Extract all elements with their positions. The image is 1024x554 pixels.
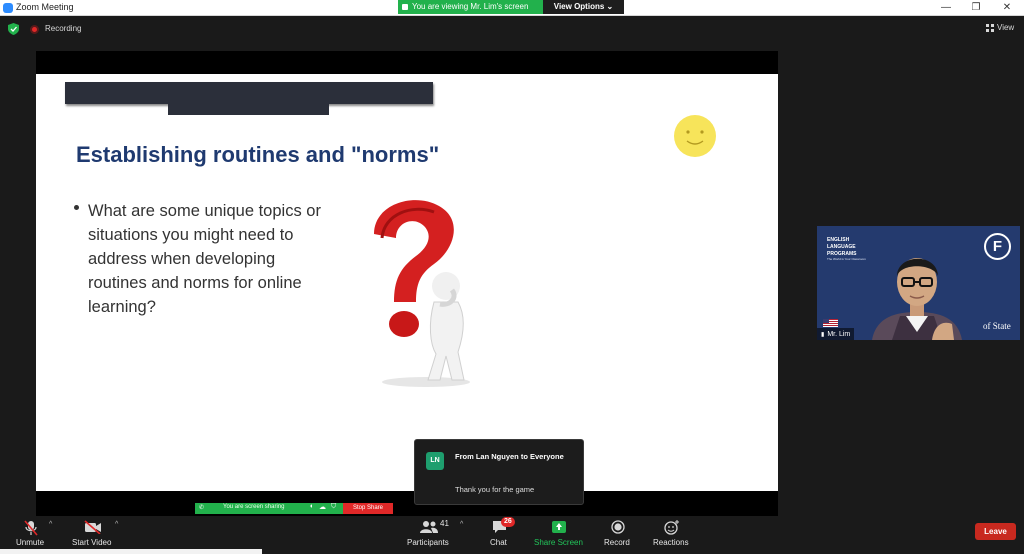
grid-view-icon[interactable]: [986, 24, 994, 32]
phone-icon: ✆: [199, 505, 205, 511]
slide-title: Establishing routines and "norms": [76, 142, 440, 167]
start-video-label: Start Video: [72, 538, 112, 547]
recording-label: Recording: [45, 24, 82, 33]
logo-subtitle: The World is Your Classroom: [827, 257, 866, 261]
meeting-top-bar: Recording View: [0, 17, 1024, 41]
participant-count: 41: [440, 519, 449, 528]
slide-header-banner: [65, 82, 433, 104]
taskbar-strip: [0, 549, 262, 554]
smiley-face-icon: [674, 115, 716, 157]
chat-sender: From Lan Nguyen to Everyone: [455, 452, 564, 461]
participants-icon: [420, 521, 438, 533]
sender-avatar: LN: [426, 452, 444, 470]
screen-sharing-text: You are screen sharing: [223, 504, 285, 510]
record-icon: [611, 520, 625, 534]
audio-options-chevron-icon[interactable]: ^: [49, 521, 52, 528]
viewing-screen-text: You are viewing Mr. Lim's screen: [412, 2, 529, 11]
chat-message: Thank you for the game: [455, 485, 535, 494]
title-bar: Zoom Meeting You are viewing Mr. Lim's s…: [0, 0, 1024, 16]
chat-notification[interactable]: LN From Lan Nguyen to Everyone Thank you…: [414, 439, 584, 505]
participants-chevron-icon[interactable]: ^: [460, 521, 463, 528]
maximize-button[interactable]: ❐: [961, 0, 991, 16]
shield-icon[interactable]: [8, 23, 19, 35]
participants-label: Participants: [407, 538, 449, 547]
record-label: Record: [604, 538, 630, 547]
muted-microphone-icon: [24, 520, 38, 536]
leave-button[interactable]: Leave: [975, 523, 1016, 540]
speaker-name-bar: ▮ Mr. Lim: [817, 328, 855, 340]
view-button[interactable]: View: [997, 23, 1014, 32]
speaker-name: Mr. Lim: [827, 330, 851, 338]
reactions-label: Reactions: [653, 538, 689, 547]
reactions-icon: [664, 520, 679, 535]
reactions-button[interactable]: Reactions: [650, 516, 692, 554]
zoom-app-icon: [3, 3, 13, 13]
speaker-video-tile[interactable]: ENGLISH LANGUAGE PROGRAMS The World is Y…: [817, 226, 1020, 340]
participants-button[interactable]: 41 Participants: [404, 516, 454, 554]
view-options-label: View Options: [553, 2, 605, 11]
question-mark-figure-image: [374, 200, 470, 387]
viewing-screen-banner: You are viewing Mr. Lim's screen: [398, 0, 543, 14]
chevron-down-icon: ⌄: [606, 2, 614, 11]
speaker-person-image: [872, 258, 962, 340]
window-title: Zoom Meeting: [16, 2, 74, 12]
minimize-button[interactable]: —: [931, 0, 961, 16]
unmute-label: Unmute: [16, 538, 45, 547]
state-department-text: of State: [983, 321, 1011, 331]
mic-status-icon[interactable]: ◖: [309, 503, 313, 510]
stop-share-label: Stop Share: [352, 505, 384, 511]
chat-unread-badge: 26: [501, 517, 515, 527]
video-options-chevron-icon[interactable]: ^: [115, 521, 118, 528]
screen-share-icon: [402, 4, 408, 10]
video-off-icon: [84, 520, 101, 534]
screen-sharing-bar[interactable]: ✆ You are screen sharing ◖ ☁ ⛉ Stop Shar…: [195, 503, 393, 514]
chat-label: Chat: [490, 538, 507, 547]
stop-share-button[interactable]: Stop Share: [343, 503, 393, 514]
share-screen-label: Share Screen: [534, 538, 583, 547]
record-button[interactable]: Record: [601, 516, 635, 554]
bullet-dot: [74, 205, 79, 210]
signal-bars-icon: ▮: [821, 331, 825, 338]
close-button[interactable]: ✕: [992, 0, 1022, 16]
presentation-slide: Establishing routines and "norms" What a…: [36, 74, 778, 491]
share-screen-button[interactable]: Share Screen: [531, 516, 585, 554]
us-flag-icon: [823, 319, 838, 327]
share-screen-icon: [552, 521, 566, 533]
view-options-button[interactable]: View Options ⌄: [543, 0, 624, 14]
chat-button[interactable]: 26 Chat: [484, 516, 515, 554]
f-badge-logo: F: [984, 233, 1011, 260]
cloud-icon[interactable]: ☁: [319, 503, 326, 511]
slide-header-banner-tab: [168, 104, 329, 115]
slide-bullet-text: What are some unique topics or situation…: [88, 202, 321, 316]
shield-status-icon[interactable]: ⛉: [331, 503, 336, 511]
recording-icon: [30, 25, 39, 34]
